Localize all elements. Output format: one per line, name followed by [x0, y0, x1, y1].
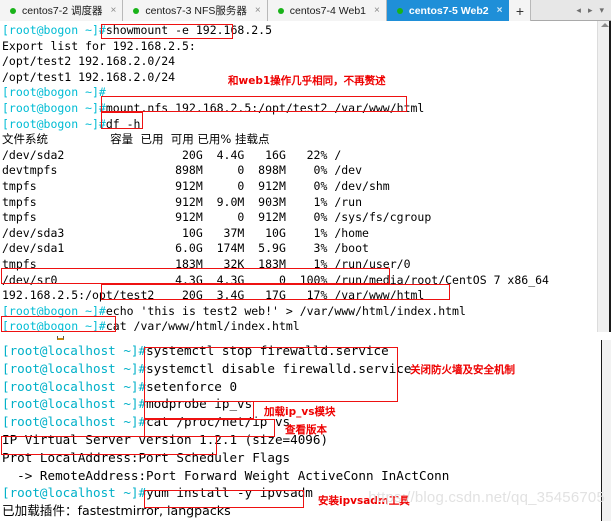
tab-label: centos7-4 Web1 — [289, 4, 367, 17]
tab-bar: centos7-2 调度器 × centos7-3 NFS服务器 × cento… — [0, 0, 611, 21]
terminal-output-line: /dev/sr0 4.3G 4.3G 0 100% /run/media/roo… — [2, 273, 597, 289]
status-dot-icon — [10, 7, 16, 14]
terminal-output-line: -> RemoteAddress:Port Forward Weight Act… — [2, 467, 593, 485]
shell-output-text: IP Virtual Server version 1.2.1 (size=40… — [2, 431, 329, 447]
shell-output-text: 192.168.2.5:/opt/test2 20G 3.4G 17G 17% … — [2, 288, 425, 303]
tab-list-menu-icon[interactable]: ▾ — [599, 5, 604, 16]
shell-output-text: tmpfs 912M 9.0M 903M 1% /run — [2, 194, 363, 209]
note-same-as-web1: 和web1操作几乎相同，不再赘述 — [228, 75, 386, 87]
note-check-version: 查看版本 — [285, 424, 327, 436]
shell-output-text: devtmpfs 898M 0 898M 0% /dev — [2, 163, 363, 178]
shell-prompt: [root@bogon ~]# — [2, 23, 106, 37]
shell-prompt: [root@bogon ~]# — [2, 303, 106, 318]
shell-output-text: tmpfs 183M 32K 183M 1% /run/user/0 — [2, 256, 411, 271]
shell-output-text: tmpfs 912M 0 912M 0% /dev/shm — [2, 178, 390, 193]
shell-prompt: [root@localhost ~]# — [2, 396, 147, 412]
shell-command-text: mount.nfs 192.168.2.5:/opt/test2 /var/ww… — [105, 100, 425, 115]
terminal-output-line: tmpfs 183M 32K 183M 1% /run/user/0 — [2, 257, 597, 273]
shell-command-text: modprobe ip_vs — [146, 396, 253, 412]
shell-command-text: systemctl stop firewalld.service — [146, 343, 389, 358]
close-icon[interactable]: × — [497, 5, 503, 16]
shell-output-text: /opt/test2 192.168.2.0/24 — [2, 54, 176, 69]
terminal-output-line: /dev/sda1 6.0G 174M 5.9G 3% /boot — [2, 241, 597, 257]
close-icon[interactable]: × — [374, 5, 380, 16]
terminal-command-line: [root@localhost ~]#setenforce 0 — [2, 378, 593, 396]
terminal-output-line: 192.168.2.5:/opt/test2 20G 3.4G 17G 17% … — [2, 288, 597, 304]
terminal-command-line: [root@bogon ~]#df -h — [2, 117, 597, 133]
terminal-output-line: tmpfs 912M 0 912M 0% /dev/shm — [2, 179, 597, 195]
shell-prompt: [root@localhost ~]# — [2, 378, 147, 394]
shell-command-text: cat /var/www/html/index.html — [105, 319, 300, 332]
terminal-command-line: [root@bogon ~]#cat /var/www/html/index.h… — [2, 319, 597, 332]
tab-label: centos7-2 调度器 — [22, 5, 103, 17]
terminal-panel-top[interactable]: [root@bogon ~]#showmount -e 192.168.2.5 E… — [0, 21, 611, 332]
shell-command-text: setenforce 0 — [146, 378, 238, 394]
shell-prompt: [root@bogon ~]# — [2, 116, 106, 131]
terminal-output-line: Export list for 192.168.2.5: — [2, 39, 597, 55]
close-icon[interactable]: × — [111, 5, 117, 16]
tab-label: centos7-3 NFS服务器 — [145, 5, 247, 17]
shell-output-text: /dev/sda1 6.0G 174M 5.9G 3% /boot — [2, 241, 369, 256]
tab-bar-filler — [531, 0, 577, 20]
terminal-output-line: tmpfs 912M 0 912M 0% /sys/fs/cgroup — [2, 210, 597, 226]
terminal-command-line: [root@bogon ~]#echo 'this is test2 web!'… — [2, 304, 597, 320]
terminal-command-line: [root@localhost ~]#systemctl stop firewa… — [2, 342, 593, 360]
shell-prompt: [root@bogon ~]# — [2, 319, 106, 332]
shell-prompt: [root@bogon ~]# — [2, 85, 106, 100]
terminal-output-line: /dev/sda3 10G 37M 10G 1% /home — [2, 226, 597, 242]
close-icon[interactable]: × — [255, 5, 261, 16]
shell-command-text: showmount -e 192.168.2.5 — [105, 23, 273, 37]
terminal-app-window: centos7-2 调度器 × centos7-3 NFS服务器 × cento… — [0, 0, 611, 521]
shell-prompt: [root@localhost ~]# — [2, 343, 147, 358]
shell-command-text: echo 'this is test2 web!' > /var/www/htm… — [105, 303, 466, 318]
shell-command-text: systemctl disable firewalld.service — [146, 360, 412, 376]
shell-prompt: [root@bogon ~]# — [2, 100, 106, 115]
shell-output-text: /dev/sr0 4.3G 4.3G 0 100% /run/media/roo… — [2, 272, 549, 287]
tab-centos7-5[interactable]: centos7-5 Web2 × — [386, 0, 510, 21]
note-load-ipvs: 加载ip_vs模块 — [264, 406, 336, 418]
tab-label: centos7-5 Web2 — [408, 4, 489, 17]
terminal-output-line: Prot LocalAddress:Port Scheduler Flags — [2, 449, 593, 467]
shell-output-text: Prot LocalAddress:Port Scheduler Flags — [2, 449, 291, 465]
panel-divider — [0, 332, 611, 340]
shell-output-text: tmpfs 912M 0 912M 0% /sys/fs/cgroup — [2, 210, 432, 225]
shell-output-text: /dev/sda2 20G 4.4G 16G 22% / — [2, 147, 342, 162]
terminal-output-line: devtmpfs 898M 0 898M 0% /dev — [2, 163, 597, 179]
scroll-tabs-left-icon[interactable]: ◂ — [576, 5, 581, 16]
tab-centos7-2[interactable]: centos7-2 调度器 × — [0, 0, 124, 21]
terminal-output-line: tmpfs 912M 9.0M 903M 1% /run — [2, 195, 597, 211]
terminal-command-line: [root@bogon ~]#showmount -e 192.168.2.5 — [2, 23, 597, 39]
shell-prompt: [root@localhost ~]# — [2, 414, 147, 430]
terminal-output-line: /dev/sda2 20G 4.4G 16G 22% / — [2, 148, 597, 164]
shell-output-text: 已加载插件：fastestmirror, langpacks — [2, 503, 231, 519]
status-dot-icon — [277, 7, 284, 14]
shell-output-text: /opt/test1 192.168.2.0/24 — [2, 69, 176, 84]
shell-prompt: [root@localhost ~]# — [2, 485, 147, 501]
note-close-firewall: 关闭防火墙及安全机制 — [410, 364, 515, 376]
shell-prompt: [root@localhost ~]# — [2, 360, 147, 376]
shell-output-text: 文件系统 容量 已用 可用 已用% 挂载点 — [2, 132, 270, 147]
new-tab-button[interactable]: + — [509, 0, 532, 21]
tab-centos7-3[interactable]: centos7-3 NFS服务器 × — [123, 0, 268, 21]
terminal-command-line: [root@bogon ~]#mount.nfs 192.168.2.5:/op… — [2, 101, 597, 117]
watermark: https://blog.csdn.net/qq_35456705 — [368, 489, 605, 506]
scroll-up-icon[interactable] — [601, 23, 609, 27]
shell-output-text: Export list for 192.168.2.5: — [2, 38, 196, 53]
status-dot-icon — [133, 7, 140, 14]
tab-centos7-4[interactable]: centos7-4 Web1 × — [267, 0, 387, 21]
terminal-output-top: [root@bogon ~]#showmount -e 192.168.2.5 E… — [0, 21, 597, 332]
terminal-output-line: /opt/test2 192.168.2.0/24 — [2, 54, 597, 70]
status-dot-icon — [396, 7, 403, 14]
shell-output-text: /dev/sda3 10G 37M 10G 1% /home — [2, 225, 369, 240]
shell-command-text: yum install -y ipvsadm — [146, 485, 313, 501]
scroll-tabs-right-icon[interactable]: ▸ — [588, 5, 593, 16]
shell-command-text: df -h — [105, 116, 141, 131]
terminal-output-line: 文件系统 容量 已用 可用 已用% 挂载点 — [2, 132, 597, 148]
tab-bar-nav: ◂ ▸ ▾ — [576, 0, 611, 20]
shell-output-text: -> RemoteAddress:Port Forward Weight Act… — [2, 467, 450, 483]
